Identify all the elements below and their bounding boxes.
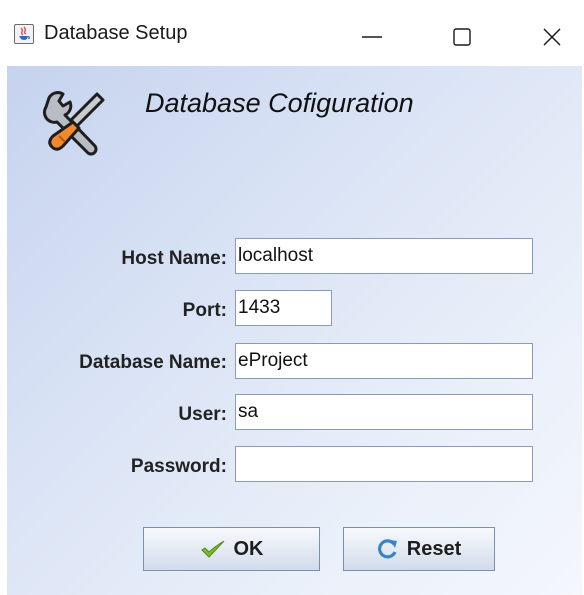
page-title: Database Cofiguration bbox=[145, 88, 414, 118]
database-setup-window: Database Setup Database Cofiguration Hos… bbox=[0, 0, 584, 595]
user-label: User: bbox=[178, 404, 227, 425]
close-icon bbox=[543, 28, 561, 46]
port-input[interactable] bbox=[235, 290, 332, 326]
host-name-input[interactable] bbox=[235, 238, 533, 274]
host-name-label: Host Name: bbox=[121, 248, 227, 269]
password-input[interactable] bbox=[235, 446, 533, 482]
minimize-button[interactable] bbox=[348, 14, 394, 58]
tools-icon bbox=[42, 91, 105, 156]
database-name-input[interactable] bbox=[235, 343, 533, 379]
minimize-icon bbox=[362, 36, 382, 38]
ok-button[interactable]: OK bbox=[143, 527, 320, 571]
checkmark-icon bbox=[200, 540, 224, 558]
window-title: Database Setup bbox=[44, 22, 188, 44]
refresh-icon bbox=[377, 539, 397, 559]
user-input[interactable] bbox=[235, 394, 533, 430]
ok-button-label: OK bbox=[233, 537, 264, 560]
maximize-button[interactable] bbox=[438, 14, 484, 58]
reset-button[interactable]: Reset bbox=[343, 527, 495, 571]
database-name-label: Database Name: bbox=[79, 352, 227, 373]
close-button[interactable] bbox=[528, 14, 574, 58]
title-bar[interactable]: Database Setup bbox=[0, 0, 584, 66]
port-label: Port: bbox=[182, 300, 227, 321]
password-label: Password: bbox=[130, 456, 227, 477]
reset-button-label: Reset bbox=[406, 537, 462, 560]
java-cup-icon bbox=[14, 24, 34, 44]
content-panel: Database Cofiguration Host Name: Port: D… bbox=[7, 66, 582, 595]
maximize-icon bbox=[453, 28, 471, 46]
